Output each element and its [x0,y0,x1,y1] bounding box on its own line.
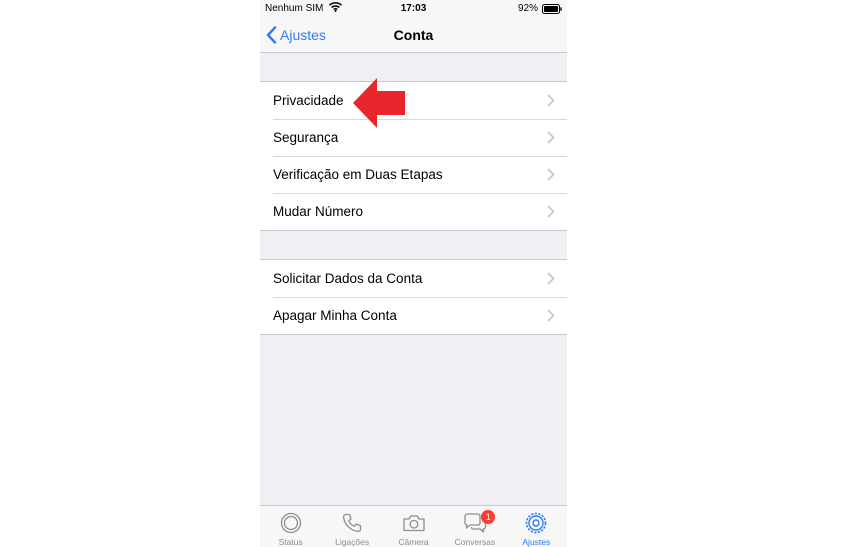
tab-label: Ligações [335,537,370,547]
phone-icon [343,513,362,533]
red-arrow-annotation [353,78,405,128]
tab-label: Status [278,537,303,547]
status-icon [280,512,301,534]
battery-percent: 92% [518,3,539,14]
tab-bar: Status Ligações Câmera 1 Conversas Ajust… [260,505,567,547]
chevron-right-icon [547,205,555,218]
row-solicitar-dados[interactable]: Solicitar Dados da Conta [260,260,567,297]
tab-status[interactable]: Status [260,506,321,547]
row-label: Apagar Minha Conta [273,308,397,323]
row-apagar-conta[interactable]: Apagar Minha Conta [260,297,567,334]
unread-badge: 1 [481,510,496,524]
row-privacidade[interactable]: Privacidade [260,82,567,119]
tab-label: Conversas [454,537,496,547]
account-data-group: Solicitar Dados da Conta Apagar Minha Co… [260,259,567,335]
row-label: Solicitar Dados da Conta [273,271,423,286]
chevron-right-icon [547,272,555,285]
phone-screen: Nenhum SIM 17:03 92% Ajustes Conta Priva… [260,0,567,547]
navigation-bar: Ajustes Conta [260,18,567,53]
page-title: Conta [393,27,434,43]
account-options-group: Privacidade Segurança Verificação em Dua… [260,81,567,231]
tab-label: Ajustes [522,537,551,547]
chevron-right-icon [547,168,555,181]
row-label: Verificação em Duas Etapas [273,167,443,182]
chevron-right-icon [547,131,555,144]
row-seguranca[interactable]: Segurança [260,119,567,156]
tab-camera[interactable]: Câmera [383,506,444,547]
tab-label: Câmera [398,537,429,547]
row-verificacao-duas-etapas[interactable]: Verificação em Duas Etapas [260,156,567,193]
row-label: Privacidade [273,93,344,108]
chevron-right-icon [547,309,555,322]
settings-gear-icon [526,512,547,534]
row-mudar-numero[interactable]: Mudar Número [260,193,567,230]
tab-conversas[interactable]: 1 Conversas [444,506,505,547]
row-label: Mudar Número [273,204,364,219]
camera-icon [402,515,425,532]
status-bar: Nenhum SIM 17:03 92% [260,0,567,18]
row-label: Segurança [273,130,339,145]
chevron-right-icon [547,94,555,107]
tab-ligacoes[interactable]: Ligações [321,506,382,547]
battery-icon [542,4,562,17]
tab-ajustes[interactable]: Ajustes [506,506,567,547]
